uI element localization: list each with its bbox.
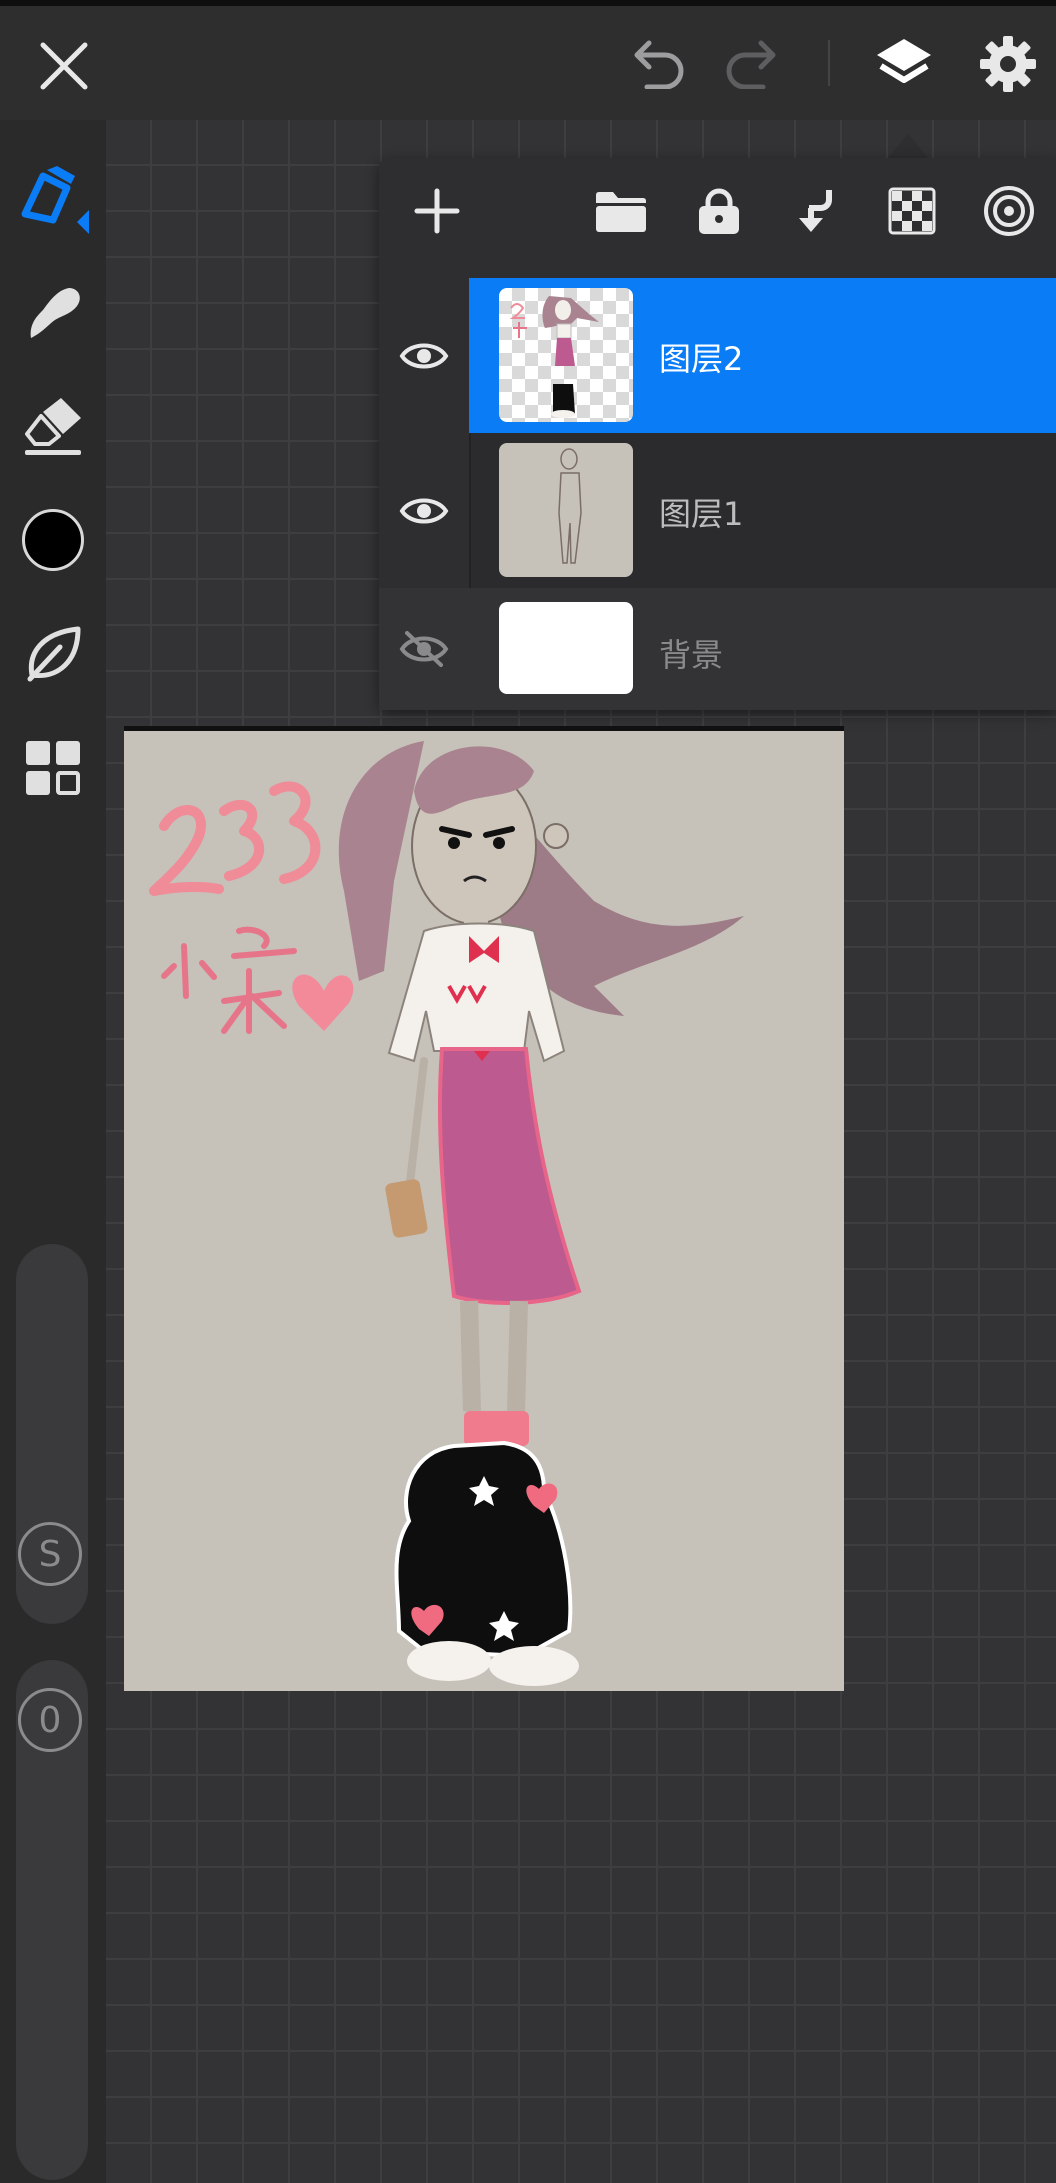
tool-sidebar: S 0 — [0, 120, 106, 2183]
size-slider-thumb[interactable]: S — [18, 1522, 82, 1586]
smudge-icon — [30, 288, 80, 338]
pen-icon — [21, 166, 89, 234]
layer-visibility-toggle[interactable] — [379, 433, 469, 588]
artwork-canvas[interactable] — [124, 731, 844, 1691]
undo-icon — [634, 40, 684, 89]
layer-thumbnail-image — [509, 296, 599, 418]
checkerboard-icon — [888, 187, 936, 235]
folder-icon — [596, 192, 646, 232]
layer-group-button[interactable] — [586, 176, 656, 246]
layer-thumbnail — [499, 602, 633, 694]
gear-icon — [980, 36, 1036, 92]
toolbar-divider — [828, 40, 830, 86]
close-icon — [40, 42, 88, 90]
lock-layer-button[interactable] — [684, 176, 754, 246]
layer-name: 背景 — [659, 636, 724, 674]
current-color-swatch — [22, 509, 84, 571]
top-rim — [0, 0, 1056, 6]
layer-name: 图层2 — [659, 340, 744, 378]
redo-button[interactable] — [718, 28, 790, 100]
gallery-button[interactable] — [13, 728, 93, 808]
layers-button[interactable] — [866, 26, 942, 102]
eraser-icon — [25, 398, 81, 455]
layer-thumbnail-image — [558, 448, 582, 564]
background-layer-row[interactable]: 背景 — [379, 588, 1056, 710]
lock-icon — [699, 188, 739, 234]
eye-icon — [399, 498, 449, 523]
merge-down-icon — [799, 190, 832, 232]
layer-row-2[interactable]: 图层2 — [379, 278, 1056, 433]
layer-row-1[interactable]: 图层1 — [379, 433, 1056, 588]
layer-name: 图层1 — [659, 495, 744, 533]
layers-panel: 图层2 图层1 背景 — [379, 158, 1056, 710]
undo-button[interactable] — [620, 28, 692, 100]
alpha-lock-button[interactable] — [877, 176, 947, 246]
layers-panel-caret — [886, 134, 930, 160]
leaf-icon — [27, 626, 81, 682]
clipping-mask-button[interactable] — [974, 176, 1044, 246]
eye-icon — [399, 343, 449, 368]
add-layer-button[interactable] — [402, 176, 472, 246]
brush-library-button[interactable] — [13, 614, 93, 694]
layer-thumbnail — [499, 443, 633, 577]
top-toolbar — [0, 0, 1056, 120]
opacity-slider-thumb[interactable]: 0 — [18, 1688, 82, 1752]
redo-icon — [726, 40, 776, 89]
layer-visibility-toggle[interactable] — [379, 278, 469, 433]
smudge-tool-button[interactable] — [13, 272, 93, 352]
settings-button[interactable] — [970, 26, 1046, 102]
eraser-tool-button[interactable] — [13, 386, 93, 466]
close-button[interactable] — [28, 30, 100, 102]
eye-hidden-icon — [399, 631, 449, 667]
grid-icon — [26, 741, 80, 795]
layer-visibility-toggle[interactable] — [379, 588, 469, 710]
artwork-drawing — [124, 731, 844, 1691]
layer-thumbnail — [499, 288, 633, 422]
plus-icon — [414, 188, 460, 234]
brush-tool-button[interactable] — [13, 158, 93, 238]
target-icon — [984, 186, 1034, 236]
color-picker-button[interactable] — [13, 500, 93, 580]
merge-down-button[interactable] — [781, 176, 851, 246]
layers-icon — [877, 39, 931, 83]
